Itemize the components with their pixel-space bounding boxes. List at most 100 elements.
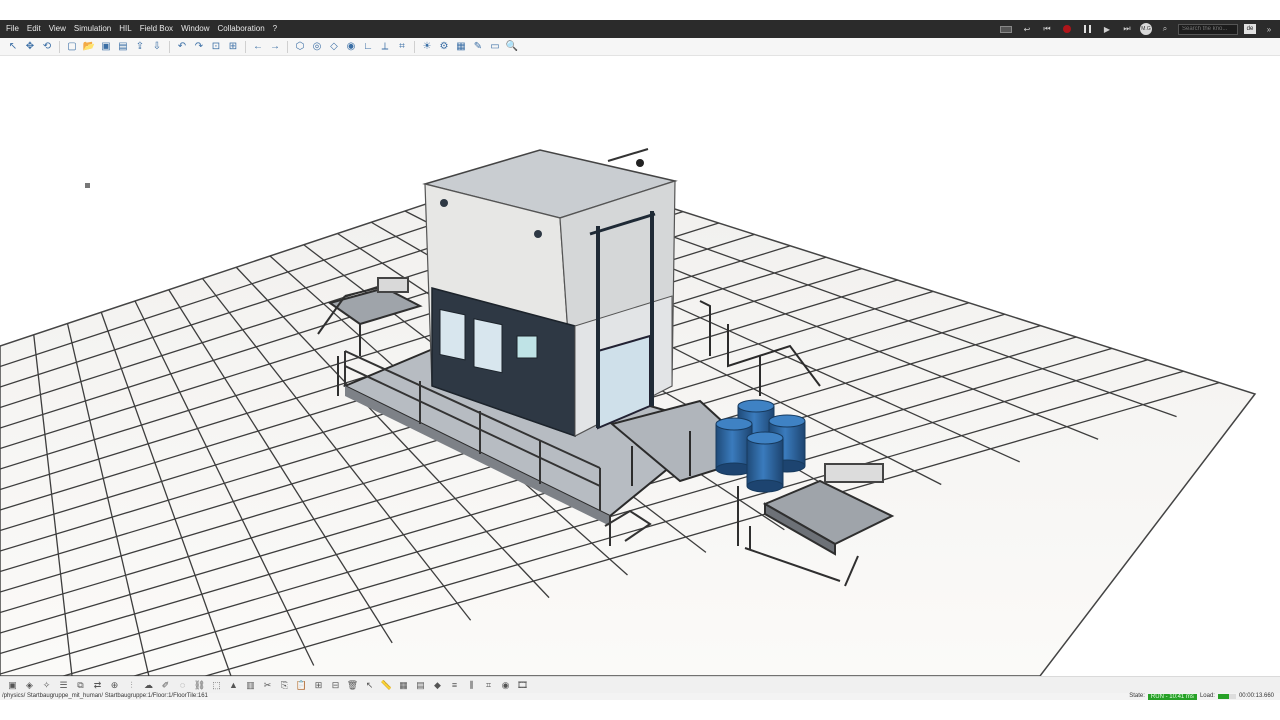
status-bar: /physics/ Startbaugruppe_mit_human/ Star… — [0, 693, 1280, 700]
cabin — [422, 148, 678, 438]
menu-file[interactable]: File — [0, 20, 23, 38]
pen-icon[interactable]: ✐ — [159, 679, 172, 692]
save-icon[interactable]: ▣ — [99, 40, 113, 54]
axes-icon[interactable]: ∟ — [361, 40, 375, 54]
bottom-toolbar: ▣ ◈ ✧ ☰ ⧉ ⇄ ⊕ ⫶ ☁ ✐ ◌ ⛓ ⬚ ▲ ▥ ✂ ⎘ 📋 ⊞ ⊟ 🗑 ↖ 📏 ▦ ▤ ◆ ≡ ⫼ ⌗ ◉ 🎞 — [0, 676, 1280, 693]
cut-icon[interactable]: ✂ — [261, 679, 274, 692]
cursor-icon[interactable]: ↖ — [363, 679, 376, 692]
light-icon[interactable]: ☀ — [420, 40, 434, 54]
group-icon[interactable]: ⊞ — [312, 679, 325, 692]
component-icon[interactable]: ◈ — [23, 679, 36, 692]
arrow-right-icon[interactable]: → — [268, 40, 282, 54]
merge-icon[interactable]: ⧉ — [74, 679, 87, 692]
paste-icon[interactable]: 📋 — [295, 679, 308, 692]
snap-icon[interactable]: ⌗ — [395, 40, 409, 54]
shape-icon[interactable]: ◆ — [431, 679, 444, 692]
box-select-icon[interactable]: ⬚ — [210, 679, 223, 692]
main-toolbar: ↖ ✥ ⟲ ▢ 📂 ▣ ▤ ⇪ ⇩ ↶ ↷ ⊡ ⊞ ← → ⬡ ◎ ◇ ◉ ∟ ⟂ ⌗ ☀ ⚙ ▦ ✎ ▭ 🔍 — [0, 38, 1280, 56]
play-button[interactable]: ▶ — [1100, 23, 1114, 35]
rotate-icon[interactable]: ⟲ — [40, 40, 54, 54]
menu-simulation[interactable]: Simulation — [70, 20, 115, 38]
connect-icon[interactable]: ⇄ — [91, 679, 104, 692]
snap-grid-icon[interactable]: ⌗ — [482, 679, 495, 692]
menu-window[interactable]: Window — [177, 20, 213, 38]
cloud-icon[interactable]: ☁ — [142, 679, 155, 692]
orbit-icon[interactable]: ◎ — [310, 40, 324, 54]
state-value: RUN - 10:41 ms — [1147, 693, 1197, 700]
list-icon[interactable]: ☰ — [57, 679, 70, 692]
table-icon[interactable]: ▦ — [397, 679, 410, 692]
search-zoom-icon[interactable]: 🔍 — [505, 40, 519, 54]
grid-icon[interactable]: ▦ — [454, 40, 468, 54]
copy-icon[interactable]: ⎘ — [278, 679, 291, 692]
menubar-right-controls: ↩ ⏮ ▶ ⏭ M.G ⌕ de » — [998, 20, 1280, 38]
toolbar-separator — [169, 40, 170, 53]
top-margin — [0, 0, 1280, 20]
undo-icon[interactable]: ↶ — [175, 40, 189, 54]
link-icon[interactable]: ⛓ — [193, 679, 206, 692]
lasso-icon[interactable]: ◌ — [176, 679, 189, 692]
layout-toggle-icon[interactable] — [998, 23, 1014, 35]
select-arrow-icon[interactable]: ↖ — [6, 40, 20, 54]
scene-render — [0, 148, 1257, 676]
menu-hil[interactable]: HIL — [115, 20, 135, 38]
layers-icon[interactable]: ▥ — [244, 679, 257, 692]
redo-icon[interactable]: ↷ — [192, 40, 206, 54]
zoom-select-icon[interactable]: ⊞ — [226, 40, 240, 54]
cube-view-icon[interactable]: ⬡ — [293, 40, 307, 54]
trash-icon[interactable]: 🗑 — [346, 679, 359, 692]
open-folder-icon[interactable]: 📂 — [82, 40, 96, 54]
ungroup-icon[interactable]: ⊟ — [329, 679, 342, 692]
skip-back-icon[interactable]: ⏮ — [1040, 23, 1054, 35]
zoom-fit-icon[interactable]: ⊡ — [209, 40, 223, 54]
load-bar — [1217, 694, 1236, 699]
toolbar-separator — [287, 40, 288, 53]
panel-collapse-icon[interactable]: » — [1262, 23, 1276, 35]
export-icon[interactable]: ⇪ — [133, 40, 147, 54]
menu-bar: File Edit View Simulation HIL Field Box … — [0, 20, 1280, 38]
align-icon[interactable]: ≡ — [448, 679, 461, 692]
record-button[interactable] — [1060, 23, 1074, 35]
search-icon: ⌕ — [1162, 24, 1168, 33]
move-icon[interactable]: ✥ — [23, 40, 37, 54]
arrow-left-icon[interactable]: ← — [251, 40, 265, 54]
pause-button[interactable] — [1080, 23, 1094, 35]
camera-icon[interactable]: ◉ — [499, 679, 512, 692]
import-icon[interactable]: ⇩ — [150, 40, 164, 54]
selection-path: /physics/ Startbaugruppe_mit_human/ Star… — [2, 693, 208, 699]
window-icon[interactable]: ▭ — [488, 40, 502, 54]
box-icon[interactable]: ◇ — [327, 40, 341, 54]
bottom-margin — [0, 700, 1280, 720]
paint-icon[interactable]: ▲ — [227, 679, 240, 692]
toolbar-separator — [59, 40, 60, 53]
add-node-icon[interactable]: ⊕ — [108, 679, 121, 692]
status-right: State: RUN - 10:41 ms Load: 00:00:13.660 — [1129, 693, 1274, 700]
back-arrow-icon[interactable]: ↩ — [1020, 23, 1034, 35]
user-avatar[interactable]: M.G — [1140, 23, 1152, 35]
toolbar-separator — [414, 40, 415, 53]
camera-icon[interactable]: ◉ — [344, 40, 358, 54]
measure-icon[interactable]: ⟂ — [378, 40, 392, 54]
save-all-icon[interactable]: ▤ — [116, 40, 130, 54]
menu-view[interactable]: View — [45, 20, 70, 38]
menu-edit[interactable]: Edit — [23, 20, 45, 38]
wrench-icon[interactable]: ✧ — [40, 679, 53, 692]
menu-collaboration[interactable]: Collaboration — [214, 20, 269, 38]
ruler-icon[interactable]: 📏 — [380, 679, 393, 692]
step-forward-icon[interactable]: ⏭ — [1120, 23, 1134, 35]
menu-help[interactable]: ? — [269, 20, 281, 38]
split-icon[interactable]: ⫶ — [125, 679, 138, 692]
3d-viewport[interactable] — [0, 56, 1280, 676]
menu-field-box[interactable]: Field Box — [136, 20, 177, 38]
brush-icon[interactable]: ✎ — [471, 40, 485, 54]
frame-icon[interactable]: ▣ — [6, 679, 19, 692]
chart-icon[interactable]: ▤ — [414, 679, 427, 692]
gear-icon[interactable]: ⚙ — [437, 40, 451, 54]
new-file-icon[interactable]: ▢ — [65, 40, 79, 54]
load-bar-fill — [1217, 694, 1230, 699]
state-label: State: — [1129, 693, 1145, 699]
film-icon[interactable]: 🎞 — [516, 679, 529, 692]
search-input[interactable] — [1178, 23, 1238, 35]
language-select[interactable]: de — [1244, 24, 1256, 34]
distribute-icon[interactable]: ⫼ — [465, 679, 478, 692]
